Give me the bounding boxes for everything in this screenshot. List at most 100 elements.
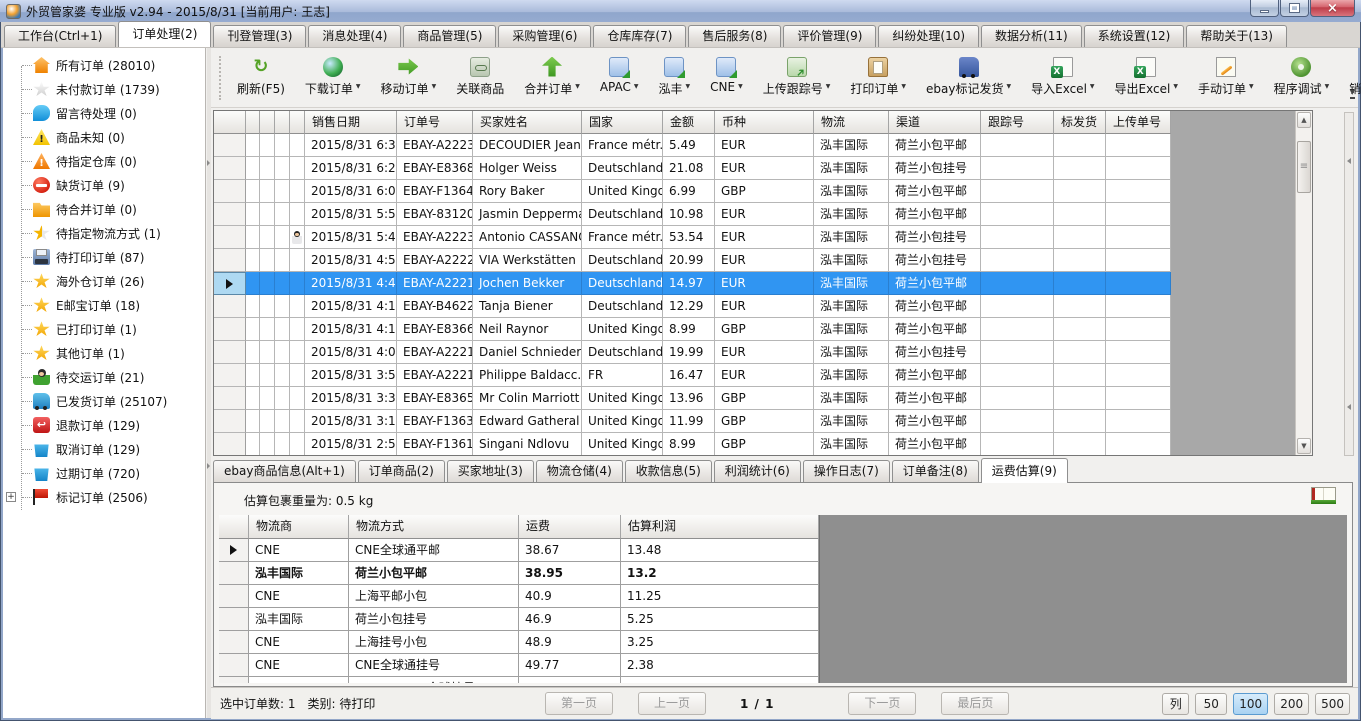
col-method[interactable]: 物流方式 [349,515,519,539]
main-tab[interactable]: 工作台(Ctrl+1) [4,25,116,47]
freight-row[interactable]: CNE 上海挂号小包 48.9 3.25 [219,631,819,654]
prev-page-button[interactable]: 上一页 [638,692,706,715]
main-tab[interactable]: 订单处理(2) [118,21,211,47]
col-logistics[interactable]: 物流 [814,111,889,134]
row-header[interactable] [219,631,249,654]
row-header[interactable] [214,387,246,410]
row-header[interactable] [214,157,246,180]
page-size-button[interactable]: 200 [1274,693,1309,715]
row-header[interactable] [214,341,246,364]
sidebar-item[interactable]: + 待合并订单 (0) [3,197,205,221]
col-tracking[interactable]: 跟踪号 [981,111,1054,134]
row-header[interactable] [214,272,246,295]
detail-tab[interactable]: 利润统计(6) [714,460,801,482]
order-row[interactable]: 2015/8/31 6:28 EBAY-E8368 Holger Weiss D… [214,157,1171,180]
toolbar-button[interactable]: 手动订单 [1188,52,1264,104]
right-collapse-strip[interactable] [1344,112,1354,456]
col-currency[interactable]: 币种 [715,111,814,134]
main-tab[interactable]: 数据分析(11) [981,25,1082,47]
sidebar-item[interactable]: + 退款订单 (129) [3,413,205,437]
sidebar-item[interactable]: + 待交运订单 (21) [3,365,205,389]
col-mark-shipped[interactable]: 标发货 [1054,111,1106,134]
toolbar-button[interactable]: 刷新(F5) [227,52,295,104]
dropdown-arrow-icon[interactable] [1325,77,1330,91]
page-size-button[interactable]: 50 [1195,693,1227,715]
row-header[interactable] [219,677,249,683]
order-row[interactable]: 2015/8/31 3:53 EBAY-A22217 Philippe Bald… [214,364,1171,387]
row-header[interactable] [214,364,246,387]
detail-tab[interactable]: 收款信息(5) [625,460,712,482]
row-header[interactable] [219,539,249,562]
sidebar-item[interactable]: + 其他订单 (1) [3,341,205,365]
row-header[interactable] [219,608,249,631]
row-header[interactable] [219,654,249,677]
col-amount[interactable]: 金额 [663,111,715,134]
dropdown-arrow-icon[interactable] [1006,77,1011,91]
sidebar-item[interactable]: + 标记订单 (2506) [3,485,205,509]
row-header[interactable] [214,318,246,341]
order-row[interactable]: 2015/8/31 4:53 EBAY-A22220 VIA Werkstätt… [214,249,1171,272]
sidebar-item[interactable]: + 缺货订单 (9) [3,173,205,197]
row-header[interactable] [214,180,246,203]
dropdown-arrow-icon[interactable] [575,77,580,91]
tree-expand-icon[interactable]: + [6,492,16,502]
scroll-down-icon[interactable]: ▼ [1297,438,1311,454]
freight-row[interactable]: CNE CNE全球通平邮 38.67 13.48 [219,539,819,562]
main-tab[interactable]: 帮助关于(13) [1186,25,1287,47]
order-row[interactable]: 2015/8/31 5:47 EBAY-A22234 Antonio CASSA… [214,226,1171,249]
detail-tab[interactable]: 买家地址(3) [447,460,534,482]
sidebar-item[interactable]: + 海外仓订单 (26) [3,269,205,293]
freight-row[interactable]: 全球挂号 [219,677,819,683]
row-header[interactable] [214,203,246,226]
main-tab[interactable]: 仓库库存(7) [593,25,686,47]
order-row[interactable]: 2015/8/31 2:55 EBAY-F1361 Singani Ndlovu… [214,433,1171,455]
dropdown-arrow-icon[interactable] [826,77,831,91]
order-row[interactable]: 2015/8/31 6:37 EBAY-A22236 DECOUDIER Jea… [214,134,1171,157]
order-row[interactable]: 2015/8/31 4:11 EBAY-E8366 Neil Raynor Un… [214,318,1171,341]
toolbar-button[interactable]: 关联商品 [446,52,514,104]
dropdown-arrow-icon[interactable] [1173,77,1178,91]
detail-tab[interactable]: 订单备注(8) [892,460,979,482]
sidebar-item[interactable]: + 已发货订单 (25107) [3,389,205,413]
sidebar-item[interactable]: + 过期订单 (720) [3,461,205,485]
dropdown-arrow-icon[interactable] [1090,77,1095,91]
sidebar-item[interactable]: + 待指定仓库 (0) [3,149,205,173]
sidebar-item[interactable]: + 所有订单 (28010) [3,53,205,77]
sidebar-item[interactable]: + 商品未知 (0) [3,125,205,149]
sidebar-item[interactable]: + 待指定物流方式 (1) [3,221,205,245]
col-order-no[interactable]: 订单号 [397,111,473,134]
toolbar-button[interactable]: 合并订单 [514,52,590,104]
order-row[interactable]: 2015/8/31 3:18 EBAY-F1363 Edward Gathera… [214,410,1171,433]
detail-tab[interactable]: ebay商品信息(Alt+1) [213,460,356,482]
dropdown-arrow-icon[interactable] [634,77,639,91]
sidebar-item[interactable]: + 取消订单 (129) [3,437,205,461]
row-header[interactable] [214,226,246,249]
toolbar-button[interactable]: ebay标记发货 [916,52,1021,104]
sidebar-item[interactable]: + 未付款订单 (1739) [3,77,205,101]
toolbar-button[interactable]: APAC [590,52,649,104]
first-page-button[interactable]: 第一页 [545,692,613,715]
col-carrier[interactable]: 物流商 [249,515,349,539]
toolbar-button[interactable]: 移动订单 [371,52,447,104]
col-est-profit[interactable]: 估算利润 [621,515,819,539]
order-row[interactable]: 2015/8/31 5:59 EBAY-83120... Jasmin Depp… [214,203,1171,226]
dropdown-arrow-icon[interactable] [686,77,691,91]
dropdown-arrow-icon[interactable] [356,77,361,91]
main-tab[interactable]: 消息处理(4) [308,25,401,47]
toolbar-button[interactable]: 下载订单 [295,52,371,104]
toolbar-button[interactable]: 导入Excel [1021,52,1104,104]
order-row[interactable]: 2015/8/31 4:00 EBAY-A22218 Daniel Schnie… [214,341,1171,364]
order-row[interactable]: 2015/8/31 6:08 EBAY-F1364 Rory Baker Uni… [214,180,1171,203]
main-tab[interactable]: 纠纷处理(10) [878,25,979,47]
row-header[interactable] [214,410,246,433]
toolbar-button[interactable]: 导出Excel [1105,52,1188,104]
dropdown-arrow-icon[interactable] [738,77,743,91]
minimize-button[interactable] [1250,0,1279,17]
main-tab[interactable]: 评价管理(9) [783,25,876,47]
book-icon[interactable] [1311,487,1336,504]
detail-tab[interactable]: 运费估算(9) [981,458,1068,483]
order-row[interactable]: 2015/8/31 3:30 EBAY-E8365 Mr Colin Marri… [214,387,1171,410]
col-sale-date[interactable]: 销售日期 [305,111,397,134]
toolbar-button[interactable]: 泓丰 [649,52,701,104]
page-size-button[interactable]: 100 [1233,693,1268,715]
